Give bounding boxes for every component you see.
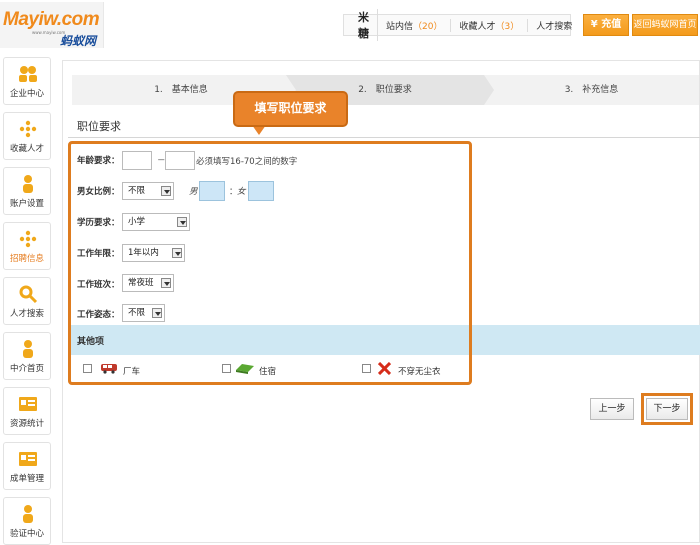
sidebar-item-saved-talent[interactable]: 收藏人才 <box>3 112 51 160</box>
star-cross-icon <box>19 230 37 248</box>
step-progress: 1. 基本信息 2. 职位要求 3. 补充信息 <box>67 75 699 105</box>
top-user-bar: 米糖 站内信（20） 收藏人才（3） 人才搜索 <box>343 9 572 41</box>
search-icon <box>19 285 38 304</box>
card-icon <box>19 397 37 411</box>
card-icon <box>19 452 37 466</box>
step-arrow <box>484 75 494 105</box>
back-home-button[interactable]: 返回蚂蚁网首页 <box>632 14 698 36</box>
sidebar-item-label: 人才搜索 <box>9 309 44 319</box>
sidebar-item-verification-center[interactable]: 验证中心 <box>3 497 51 545</box>
logo[interactable]: Mayiw.com www.mayiw.com 蚂蚁网 <box>0 2 104 48</box>
requirements-highlight-box <box>68 141 472 385</box>
sidebar-item-resource-stats[interactable]: 资源统计 <box>3 387 51 435</box>
talent-search-link[interactable]: 人才搜索 <box>528 19 580 32</box>
sidebar-item-label: 验证中心 <box>9 529 44 539</box>
user-name: 米糖 <box>344 9 378 41</box>
user-icon <box>23 340 33 358</box>
divider <box>68 137 700 138</box>
coin-icon: ¥ <box>590 19 602 30</box>
sidebar-item-recruitment[interactable]: 招聘信息 <box>3 222 51 270</box>
user-icon <box>23 505 33 523</box>
user-settings-icon <box>23 175 33 193</box>
saved-talent-count: （3） <box>495 21 520 32</box>
sidebar-item-label: 账户设置 <box>9 199 44 209</box>
logo-text: Mayiw.com <box>3 9 100 30</box>
prev-step-button[interactable]: 上一步 <box>590 398 634 420</box>
step-supplementary-info: 3. 补充信息 <box>484 75 699 105</box>
recharge-button[interactable]: ¥ 充值 <box>583 14 629 36</box>
section-title: 职位要求 <box>77 120 121 133</box>
sidebar-item-label: 中介首页 <box>9 364 44 374</box>
sidebar-item-order-management[interactable]: 成单管理 <box>3 442 51 490</box>
sidebar-item-label: 招聘信息 <box>9 254 44 264</box>
sidebar-item-agency-home[interactable]: 中介首页 <box>3 332 51 380</box>
inbox-link[interactable]: 站内信（20） <box>378 18 452 32</box>
callout-label: 填写职位要求 <box>233 91 348 127</box>
next-step-button[interactable]: 下一步 <box>646 398 688 420</box>
sidebar-item-talent-search[interactable]: 人才搜索 <box>3 277 51 325</box>
sidebar-item-enterprise-center[interactable]: 企业中心 <box>3 57 51 105</box>
logo-cn: 蚂蚁网 <box>60 34 97 48</box>
star-cross-icon <box>19 120 37 138</box>
sidebar-item-label: 资源统计 <box>9 419 44 429</box>
sidebar-item-label: 企业中心 <box>9 89 44 99</box>
sidebar-item-account-settings[interactable]: 账户设置 <box>3 167 51 215</box>
sidebar-item-label: 成单管理 <box>9 474 44 484</box>
people-icon <box>19 66 37 82</box>
saved-talent-link[interactable]: 收藏人才（3） <box>451 18 529 32</box>
sidebar-item-label: 收藏人才 <box>9 144 44 154</box>
inbox-count: （20） <box>413 21 443 32</box>
